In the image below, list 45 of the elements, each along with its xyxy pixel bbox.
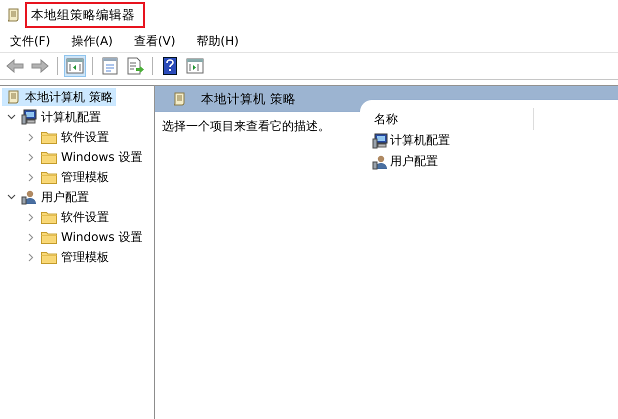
expand-chevron-icon[interactable] <box>28 232 34 242</box>
expand-chevron-icon[interactable] <box>28 212 34 222</box>
tree-item[interactable]: 本地计算机 策略 <box>2 88 116 106</box>
tree-item[interactable]: 用户配置 <box>18 188 92 206</box>
folder-icon <box>41 150 57 164</box>
tree-item[interactable]: 软件设置 <box>38 208 112 226</box>
scroll-icon <box>5 89 21 105</box>
folder-icon <box>41 250 57 264</box>
tree-item[interactable]: 管理模板 <box>38 168 112 186</box>
collapse-chevron-icon[interactable] <box>6 194 16 200</box>
list-item[interactable]: 用户配置 <box>360 151 438 172</box>
window-title: 本地组策略编辑器 <box>25 2 145 28</box>
folder-icon <box>41 130 57 144</box>
user-icon <box>372 154 388 170</box>
help-icon[interactable] <box>163 57 177 75</box>
menu-item[interactable]: 帮助(H) <box>190 32 245 50</box>
expand-chevron-icon[interactable] <box>28 252 34 262</box>
computer-icon <box>21 109 37 125</box>
tree-item[interactable]: 计算机配置 <box>18 108 104 126</box>
export-list-icon[interactable] <box>126 57 144 75</box>
tree-item[interactable]: 软件设置 <box>38 128 112 146</box>
tree-pane-icon[interactable] <box>66 58 84 74</box>
list-item[interactable]: 计算机配置 <box>360 130 450 151</box>
expand-chevron-icon[interactable] <box>28 152 34 162</box>
tree-item[interactable]: Windows 设置 <box>38 148 146 166</box>
tree-item[interactable]: 管理模板 <box>38 248 112 266</box>
description-text: 选择一个项目来查看它的描述。 <box>161 118 331 135</box>
computer-icon <box>372 132 388 148</box>
menu-item[interactable]: 文件(F) <box>4 32 56 50</box>
folder-icon <box>41 210 57 224</box>
action-pane-icon[interactable] <box>186 58 204 74</box>
menu-item[interactable]: 查看(V) <box>128 32 182 50</box>
folder-icon <box>41 170 57 184</box>
expand-chevron-icon[interactable] <box>28 132 34 142</box>
collapse-chevron-icon[interactable] <box>6 114 16 120</box>
folder-icon <box>41 230 57 244</box>
pane-header: 本地计算机 策略 <box>201 90 296 108</box>
properties-icon[interactable] <box>101 57 119 75</box>
expand-chevron-icon[interactable] <box>28 172 34 182</box>
scroll-icon <box>171 91 187 107</box>
app-icon <box>5 7 21 23</box>
tree-item[interactable]: Windows 设置 <box>38 228 146 246</box>
column-header[interactable]: 名称 <box>360 108 534 130</box>
menu-item[interactable]: 操作(A) <box>65 32 119 50</box>
user-icon <box>21 189 37 205</box>
